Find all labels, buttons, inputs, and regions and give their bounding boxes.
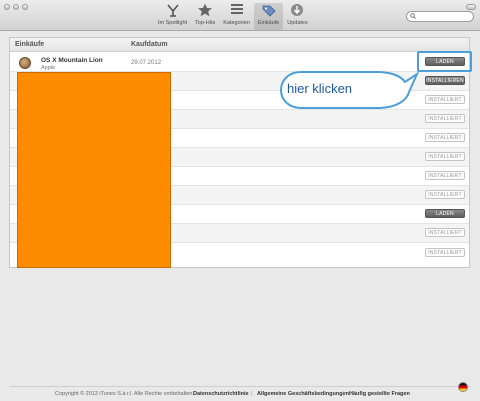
column-header-date[interactable]: Kaufdatum <box>131 41 168 48</box>
country-flag-icon[interactable] <box>458 382 468 392</box>
faq-link[interactable]: Häufig gestellte Fragen <box>349 391 410 397</box>
installed-button[interactable]: INSTALLIERT <box>425 228 465 237</box>
nav-label: Updates <box>287 20 308 26</box>
search-icon <box>410 13 416 19</box>
highlight-box <box>417 51 472 72</box>
copyright-text: Copyright © 2012 iTunes S.à r.l. Alle Re… <box>55 391 194 397</box>
nav-einkaeufe[interactable]: Einkäufe <box>253 3 284 30</box>
spotlight-icon <box>166 4 179 17</box>
search-input[interactable] <box>418 12 470 21</box>
load-button[interactable]: LADEN <box>425 209 465 218</box>
footer-divider <box>10 386 470 387</box>
nav-label: Top-Hits <box>195 20 216 26</box>
installed-button[interactable]: INSTALLIERT <box>425 114 465 123</box>
terms-link[interactable]: Allgemeine Geschäftsbedingungen <box>257 391 349 397</box>
categories-icon <box>230 4 243 14</box>
nav-label: Kategorien <box>223 20 250 26</box>
redaction-block <box>17 72 171 268</box>
fullscreen-button[interactable] <box>466 4 476 10</box>
minimize-window-button[interactable] <box>13 4 19 10</box>
install-button[interactable]: INSTALLIEREN <box>425 76 465 85</box>
app-developer: Apple <box>41 65 56 71</box>
purchase-date: 29.07.2012 <box>131 60 162 66</box>
installed-button[interactable]: INSTALLIERT <box>425 133 465 142</box>
app-name: OS X Mountain Lion <box>41 57 103 64</box>
nav-updates[interactable]: Updates <box>283 3 312 30</box>
purchases-icon <box>262 5 276 17</box>
column-header-purchases[interactable]: Einkäufe <box>15 41 44 48</box>
nav-top-hits[interactable]: Top-Hits <box>191 3 219 30</box>
star-icon <box>198 3 213 17</box>
privacy-policy-link[interactable]: Datenschutzrichtlinie <box>193 391 249 397</box>
list-header: Einkäufe Kaufdatum <box>10 38 469 52</box>
footer: Copyright © 2012 iTunes S.à r.l. Alle Re… <box>0 390 480 401</box>
search-field[interactable] <box>406 11 474 22</box>
installed-button[interactable]: INSTALLIERT <box>425 190 465 199</box>
updates-icon <box>291 4 304 16</box>
callout-text: hier klicken <box>287 81 353 96</box>
toolbar: Im Spotlight Top-Hits Kategorien Einkäuf… <box>0 0 480 31</box>
installed-button[interactable]: INSTALLIERT <box>425 152 465 161</box>
nav-im-spotlight[interactable]: Im Spotlight <box>154 3 191 30</box>
mountain-lion-app-icon <box>19 57 31 69</box>
store-navigation: Im Spotlight Top-Hits Kategorien Einkäuf… <box>154 3 312 30</box>
footer-separator: | <box>343 391 345 397</box>
installed-button[interactable]: INSTALLIERT <box>425 171 465 180</box>
nav-label: Einkäufe <box>257 20 280 26</box>
close-window-button[interactable] <box>4 4 10 10</box>
nav-kategorien[interactable]: Kategorien <box>219 3 254 30</box>
zoom-window-button[interactable] <box>22 4 28 10</box>
installed-button[interactable]: INSTALLIERT <box>425 95 465 104</box>
footer-separator: | <box>251 391 253 397</box>
window-controls <box>4 4 28 10</box>
installed-button[interactable]: INSTALLIERT <box>425 248 465 257</box>
nav-label: Im Spotlight <box>158 20 188 26</box>
